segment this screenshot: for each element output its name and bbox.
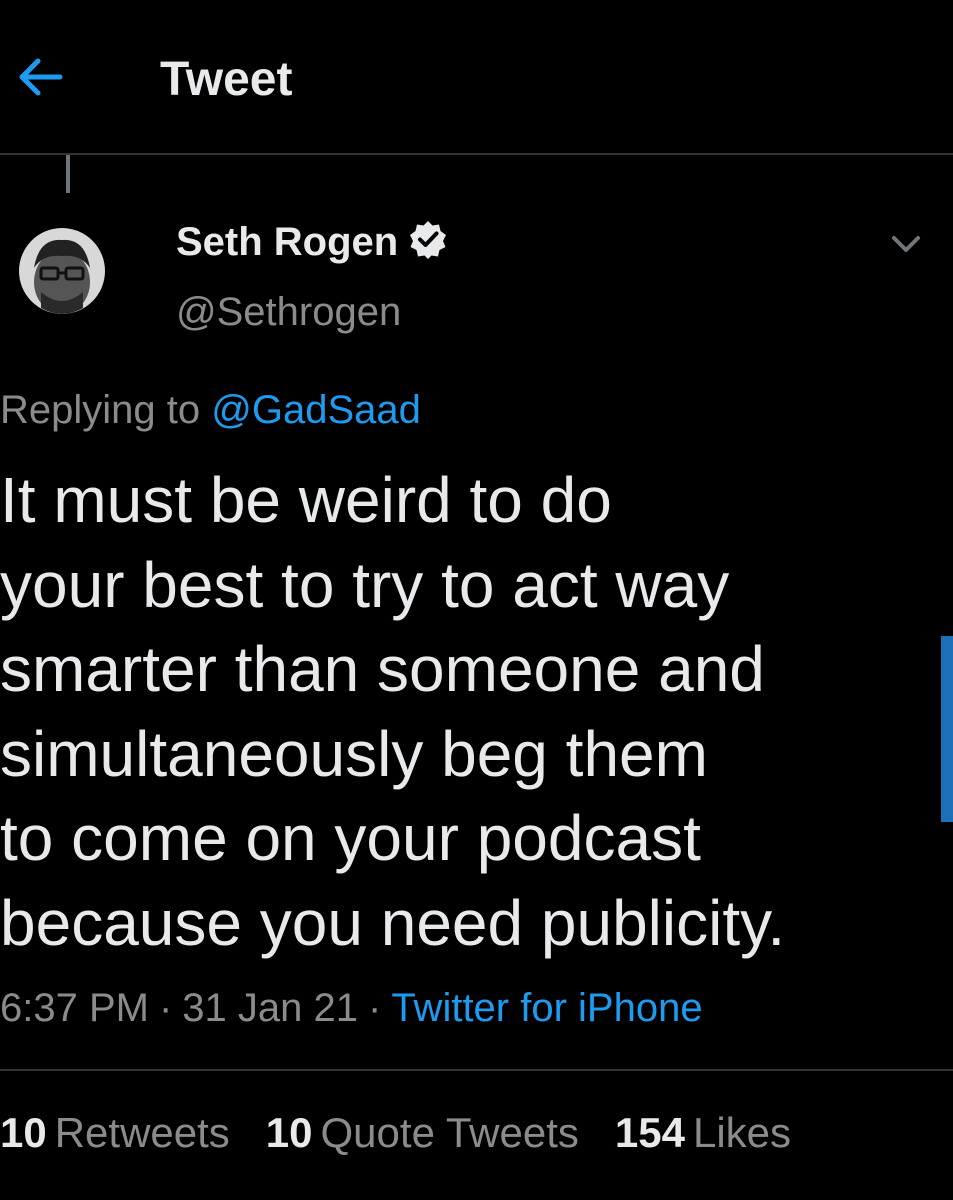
tweet-text: It must be weird to do your best to try … bbox=[0, 458, 940, 965]
tweet-text-line: to come on your podcast bbox=[0, 802, 701, 874]
retweets-stat[interactable]: 10 Retweets bbox=[0, 1109, 230, 1156]
display-name[interactable]: Seth Rogen bbox=[176, 216, 448, 268]
arrow-left-icon bbox=[19, 58, 63, 96]
chevron-down-icon bbox=[892, 236, 920, 252]
replying-to-line: Replying to @GadSaad bbox=[0, 384, 421, 436]
divider bbox=[0, 1069, 953, 1071]
tweet-text-line: because you need publicity. bbox=[0, 886, 786, 959]
likes-count: 154 bbox=[614, 1109, 685, 1156]
tweet-time: 6:37 PM bbox=[0, 986, 149, 1030]
user-handle[interactable]: @Sethrogen bbox=[176, 286, 401, 338]
scrollbar-thumb[interactable] bbox=[941, 636, 953, 822]
display-name-text: Seth Rogen bbox=[176, 220, 399, 264]
tweet-metadata: 6:37 PM · 31 Jan 21 · Twitter for iPhone bbox=[0, 982, 703, 1034]
tweet-text-line: your best to try to act way bbox=[0, 548, 730, 621]
top-bar: Tweet bbox=[0, 0, 953, 155]
engagement-stats: 10 Retweets 10 Quote Tweets 154 Likes bbox=[0, 1106, 827, 1160]
thread-connector-line bbox=[66, 155, 70, 193]
retweets-label: Retweets bbox=[54, 1109, 230, 1156]
replying-to-label: Replying to bbox=[0, 388, 201, 432]
quote-tweets-stat[interactable]: 10 Quote Tweets bbox=[266, 1109, 579, 1156]
tweet-text-line: simultaneously beg them bbox=[0, 717, 708, 790]
likes-stat[interactable]: 154 Likes bbox=[615, 1109, 791, 1156]
retweets-count: 10 bbox=[0, 1109, 47, 1156]
mention-link[interactable]: @GadSaad bbox=[211, 388, 421, 432]
avatar[interactable] bbox=[19, 228, 105, 314]
tweet-text-line: smarter than someone and bbox=[0, 633, 765, 705]
likes-label: Likes bbox=[692, 1109, 792, 1156]
more-options-button[interactable] bbox=[880, 224, 932, 264]
quote-tweets-label: Quote Tweets bbox=[320, 1109, 579, 1156]
meta-separator: · bbox=[368, 986, 382, 1030]
tweet-text-line: It must be weird to do bbox=[0, 464, 612, 536]
tweet-source-link[interactable]: Twitter for iPhone bbox=[391, 986, 702, 1030]
quote-tweets-count: 10 bbox=[265, 1109, 313, 1156]
verified-badge-icon bbox=[408, 219, 448, 259]
meta-separator: · bbox=[158, 986, 173, 1030]
profile-photo-icon bbox=[19, 228, 105, 314]
page-title: Tweet bbox=[160, 53, 293, 106]
back-button[interactable] bbox=[12, 52, 66, 102]
tweet-date: 31 Jan 21 bbox=[182, 986, 358, 1030]
